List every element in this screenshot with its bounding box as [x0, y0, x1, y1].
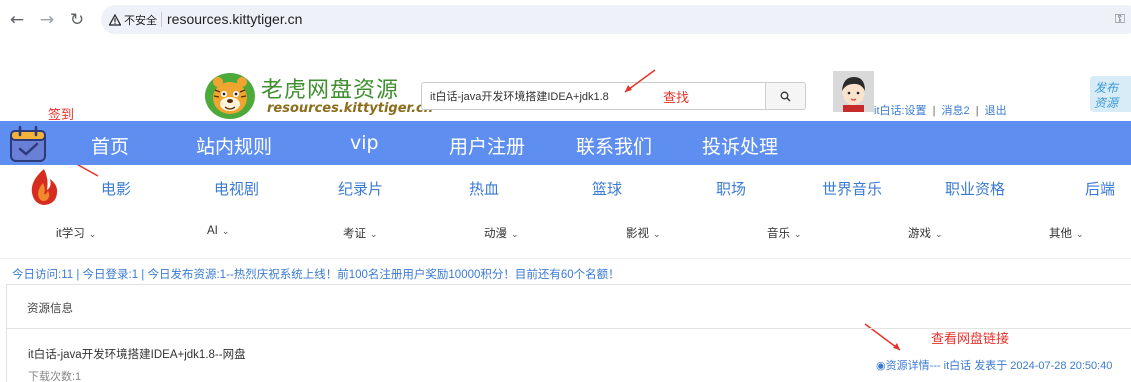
dropdown-label: AI [207, 225, 218, 237]
separator: | [932, 105, 936, 117]
category-action[interactable]: 热血 [469, 178, 499, 199]
chevron-down-icon: ⌄ [511, 229, 519, 239]
main-nav: 首页 站内规则 vip 用户注册 联系我们 投诉处理 [0, 121, 1131, 165]
dropdown-label: 其他 [1049, 228, 1072, 240]
download-count: 下载次数:1 [28, 371, 82, 382]
user-settings-link[interactable]: it白话:设置 [874, 105, 927, 117]
divider [0, 258, 1131, 259]
chevron-down-icon: ⌄ [370, 229, 378, 239]
resource-title[interactable]: it白话-java开发环境搭建IDEA+jdk1.8--网盘 [28, 346, 246, 362]
svg-text:资源: 资源 [1094, 96, 1120, 110]
dropdown-music[interactable]: 音乐 ⌄ [767, 225, 802, 241]
dropdown-ai[interactable]: AI ⌄ [207, 225, 229, 237]
category-world-music[interactable]: 世界音乐 [822, 178, 882, 199]
dropdown-label: 音乐 [767, 228, 790, 240]
nav-register[interactable]: 用户注册 [449, 132, 525, 159]
chevron-down-icon: ⌄ [221, 226, 230, 236]
dropdown-label: it学习 [56, 228, 85, 240]
chevron-down-icon: ⌄ [88, 229, 97, 239]
resource-panel-header [6, 284, 1131, 329]
category-tv[interactable]: 电视剧 [214, 178, 259, 199]
resource-detail-link[interactable]: ◉资源详情--- it白话 发表于 2024-07-28 20:50:40 [876, 357, 1112, 373]
dropdown-anime[interactable]: 动漫 ⌄ [484, 225, 519, 241]
dropdown-other[interactable]: 其他 ⌄ [1049, 225, 1084, 241]
dropdown-label: 动漫 [484, 228, 507, 240]
panel-title: 资源信息 [27, 303, 73, 315]
site-stats-ticker: 今日访问:11 | 今日登录:1 | 今日发布资源:1--热烈庆祝系统上线！前1… [12, 269, 620, 281]
nav-home[interactable]: 首页 [91, 132, 129, 159]
messages-link[interactable]: 消息2 [942, 105, 970, 117]
publish-resource-badge[interactable]: 发布 资源 [1086, 74, 1131, 114]
nav-rules[interactable]: 站内规则 [196, 132, 272, 159]
dropdown-film[interactable]: 影视 ⌄ [626, 225, 661, 241]
dropdown-exam[interactable]: 考证 ⌄ [343, 225, 378, 241]
category-basketball[interactable]: 篮球 [592, 178, 622, 199]
svg-text:发布: 发布 [1094, 81, 1120, 95]
chevron-down-icon: ⌄ [1076, 229, 1084, 239]
nav-vip[interactable]: vip [350, 132, 379, 154]
chevron-down-icon: ⌄ [653, 229, 661, 239]
flame-logo-icon [31, 169, 58, 205]
nav-contact[interactable]: 联系我们 [576, 132, 652, 159]
dropdown-label: 考证 [343, 228, 366, 240]
logout-link[interactable]: 退出 [985, 105, 1007, 117]
checkin-calendar-icon[interactable] [8, 125, 48, 165]
category-documentary[interactable]: 纪录片 [338, 178, 383, 199]
category-movie[interactable]: 电影 [101, 178, 131, 199]
separator: | [975, 105, 979, 117]
user-links: it白话:设置 | 消息2 | 退出 [874, 102, 1010, 118]
avatar[interactable] [833, 71, 874, 112]
dropdown-label: 游戏 [908, 228, 931, 240]
dropdown-it-learning[interactable]: it学习 ⌄ [56, 225, 96, 241]
chevron-down-icon: ⌄ [794, 229, 802, 239]
annotation-search: 查找 [663, 91, 690, 106]
dropdown-label: 影视 [626, 228, 649, 240]
category-workplace[interactable]: 职场 [716, 178, 746, 199]
dropdown-game[interactable]: 游戏 ⌄ [908, 225, 943, 241]
nav-complaint[interactable]: 投诉处理 [702, 132, 778, 159]
chevron-down-icon: ⌄ [935, 229, 943, 239]
category-backend[interactable]: 后端 [1085, 178, 1115, 199]
category-qualification[interactable]: 职业资格 [945, 178, 1005, 199]
